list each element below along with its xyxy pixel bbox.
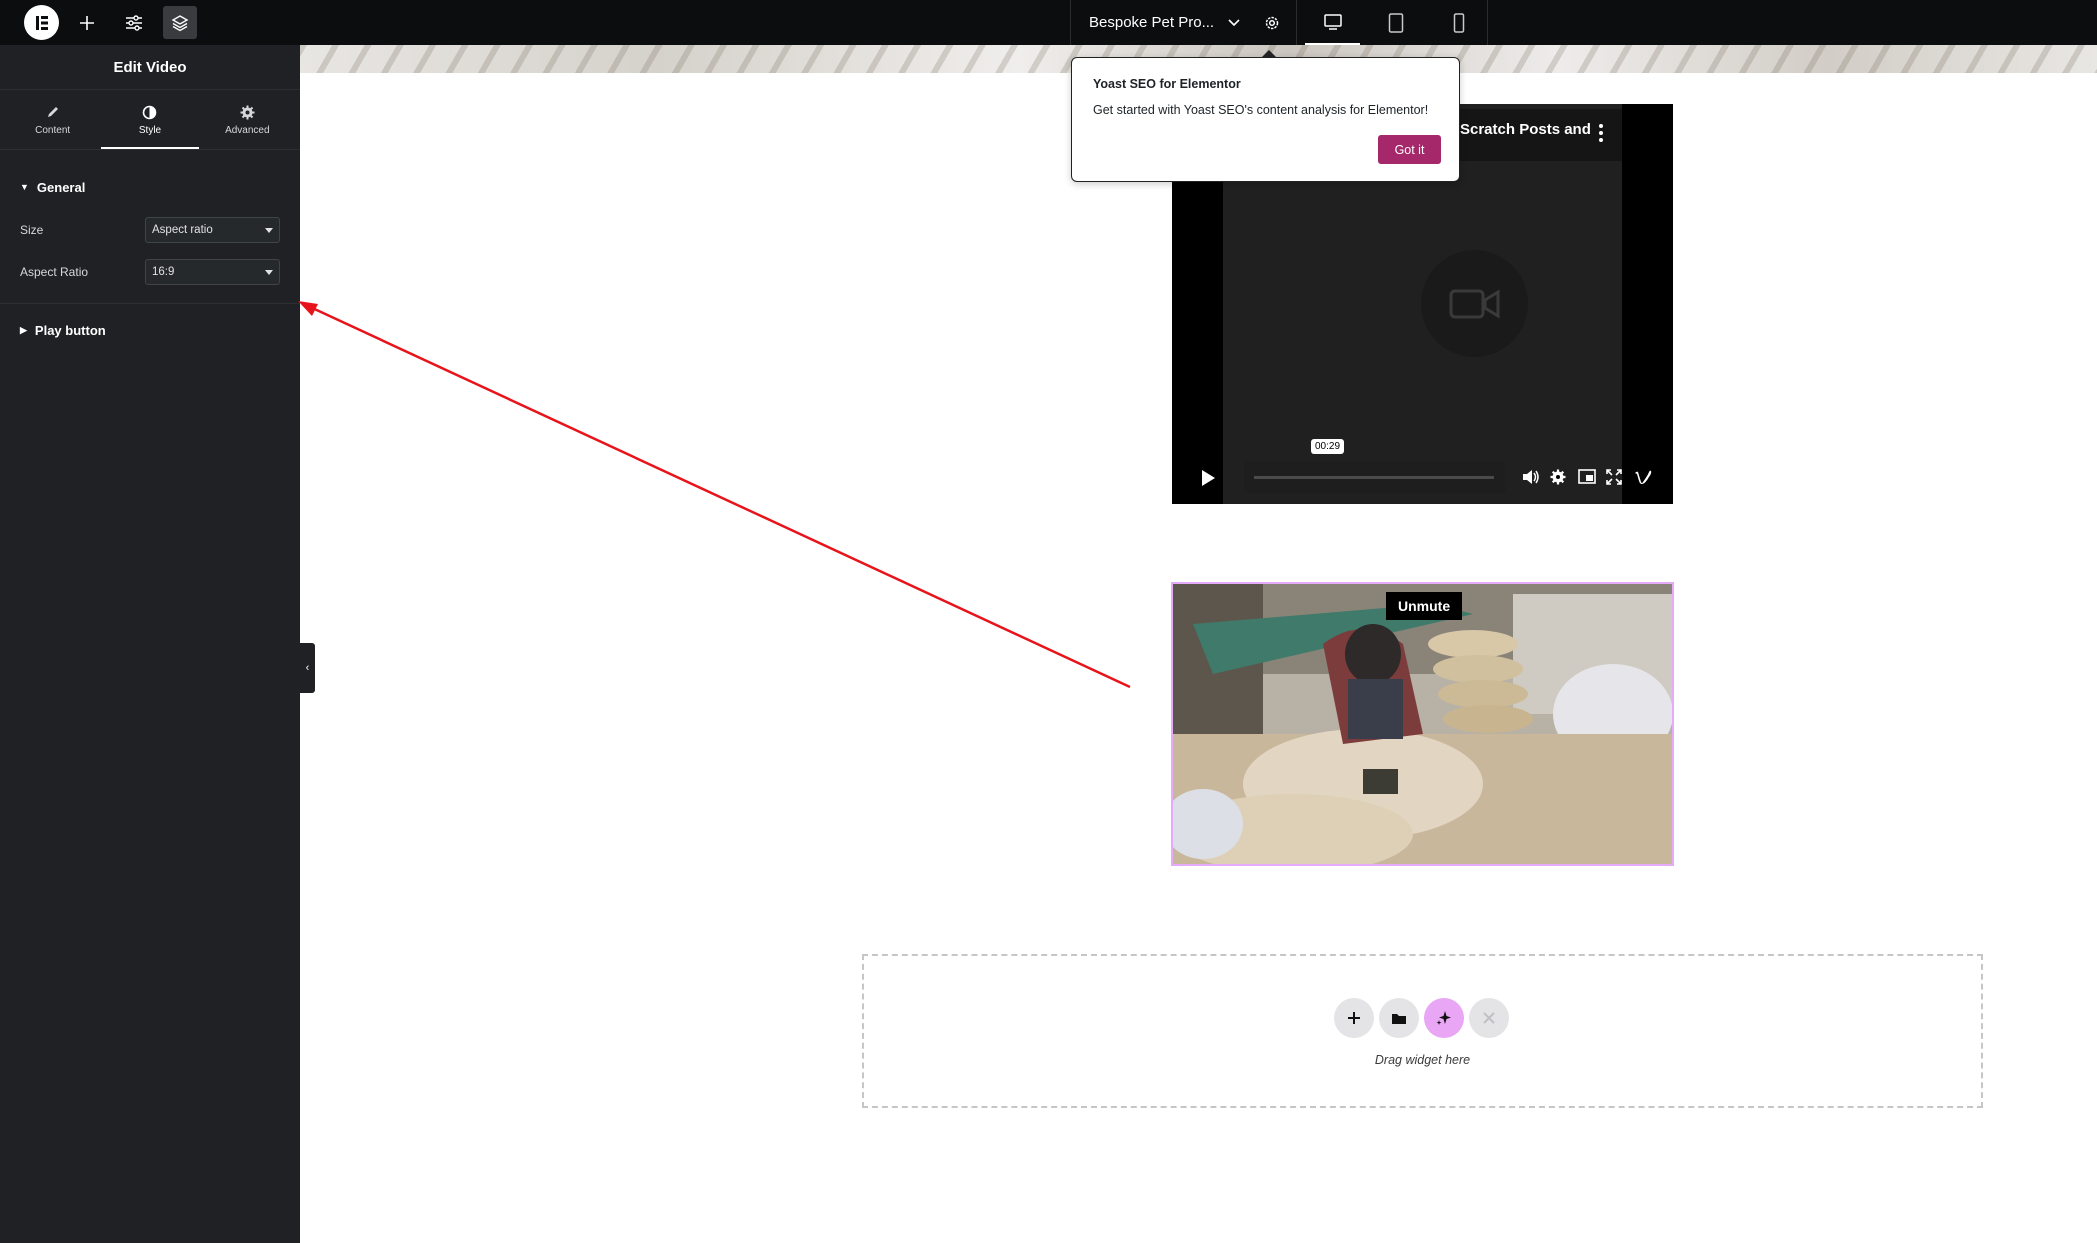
plus-icon [80,15,94,30]
add-element-button[interactable] [70,6,104,39]
general-section-label: General [36,179,86,195]
vimeo-logo-icon[interactable] [1634,469,1652,490]
video-title[interactable]: Scratch Posts and [1460,121,1591,138]
play-button-section-label: Play button [34,322,106,338]
time-tooltip: 00:29 [1311,439,1345,454]
empty-container-dropzone[interactable]: Drag widget here [862,954,1983,1108]
half-circle-icon [142,103,157,121]
yoast-popover-body: Get started with Yoast SEO's content ana… [1093,103,1429,117]
dropzone-hint: Drag widget here [1374,1053,1471,1067]
tab-advanced-label: Advanced [225,125,270,136]
size-select-value: Aspect ratio [152,224,213,236]
fullscreen-icon[interactable] [1606,469,1622,490]
close-dropzone-button[interactable] [1469,998,1509,1038]
gear-icon [240,103,255,121]
panel-title: Edit Video [0,45,300,90]
collapse-panel-button[interactable]: ‹ [300,643,315,693]
mobile-icon [1454,12,1465,33]
tab-advanced[interactable]: Advanced [199,90,296,149]
close-icon [1483,1012,1495,1024]
settings-gear-icon[interactable] [1550,469,1566,490]
selected-video-widget[interactable]: Unmute [1171,582,1674,866]
layers-icon [171,14,189,31]
size-control: Size Aspect ratio [0,209,300,251]
site-settings-button[interactable] [117,6,151,39]
yoast-popover-title: Yoast SEO for Elementor [1093,77,1241,91]
more-options-icon[interactable] [1598,123,1604,148]
volume-icon[interactable] [1522,469,1540,490]
aspect-ratio-label: Aspect Ratio [20,265,89,279]
tablet-view-button[interactable] [1368,0,1423,45]
aspect-ratio-control: Aspect Ratio 16:9 [0,251,300,293]
yoast-popover: Yoast SEO for Elementor Get started with… [1071,50,1460,182]
add-widget-button[interactable] [1334,998,1374,1038]
document-title: Bespoke Pet Pro... [1089,14,1215,31]
panel-tabs: Content Style Advanced [0,90,300,150]
caret-down-icon: ▼ [20,182,29,192]
tablet-icon [1388,12,1404,33]
desktop-view-button[interactable] [1305,0,1361,45]
pencil-icon [46,103,60,121]
progress-track [1254,476,1494,479]
editor-panel: Edit Video Content Style Advanced ▼ Gene… [0,45,300,1243]
tab-style-label: Style [138,125,162,136]
mobile-view-button[interactable] [1432,0,1487,45]
ai-generate-button[interactable] [1424,998,1464,1038]
video-camera-icon [1421,250,1528,357]
structure-button[interactable] [163,6,197,39]
aspect-ratio-select-value: 16:9 [152,266,175,278]
workshop-video-frame [1173,584,1672,864]
chevron-left-icon: ‹ [305,662,310,674]
size-label: Size [20,223,44,237]
general-section-toggle[interactable]: ▼ General [0,165,300,209]
elementor-logo-icon [35,15,48,30]
aspect-ratio-select[interactable]: 16:9 [145,259,280,285]
tab-style[interactable]: Style [101,90,199,149]
folder-icon [1392,1013,1406,1024]
play-icon[interactable] [1200,469,1216,492]
size-select[interactable]: Aspect ratio [145,217,280,243]
sliders-icon [126,14,142,31]
add-template-button[interactable] [1379,998,1419,1038]
video-controls: 00:29 [1172,439,1673,504]
general-section: ▼ General Size Aspect ratio Aspect Ratio… [0,165,300,304]
page-settings-button[interactable] [1248,0,1296,45]
plus-icon [1348,1012,1360,1024]
elementor-editor: Bespoke Pet Pro... Edit Video Content St… [0,0,2097,1243]
gear-icon [1265,16,1279,29]
caret-right-icon: ▶ [20,324,27,335]
picture-in-picture-icon[interactable] [1578,469,1596,489]
dropzone-buttons [1334,998,1514,1038]
unmute-button[interactable]: Unmute [1386,592,1463,620]
device-switcher [1296,0,1488,45]
play-button-section-toggle[interactable]: ▶ Play button [0,308,300,352]
chevron-down-icon [1228,14,1240,31]
desktop-icon [1323,13,1342,30]
tab-content-label: Content [35,125,71,136]
got-it-button[interactable]: Got it [1378,135,1441,164]
sparkles-icon [1436,1011,1451,1025]
progress-bar[interactable]: 00:29 [1244,439,1506,493]
top-bar: Bespoke Pet Pro... [0,0,2097,45]
tab-content[interactable]: Content [4,90,101,149]
elementor-logo-button[interactable] [24,5,59,40]
